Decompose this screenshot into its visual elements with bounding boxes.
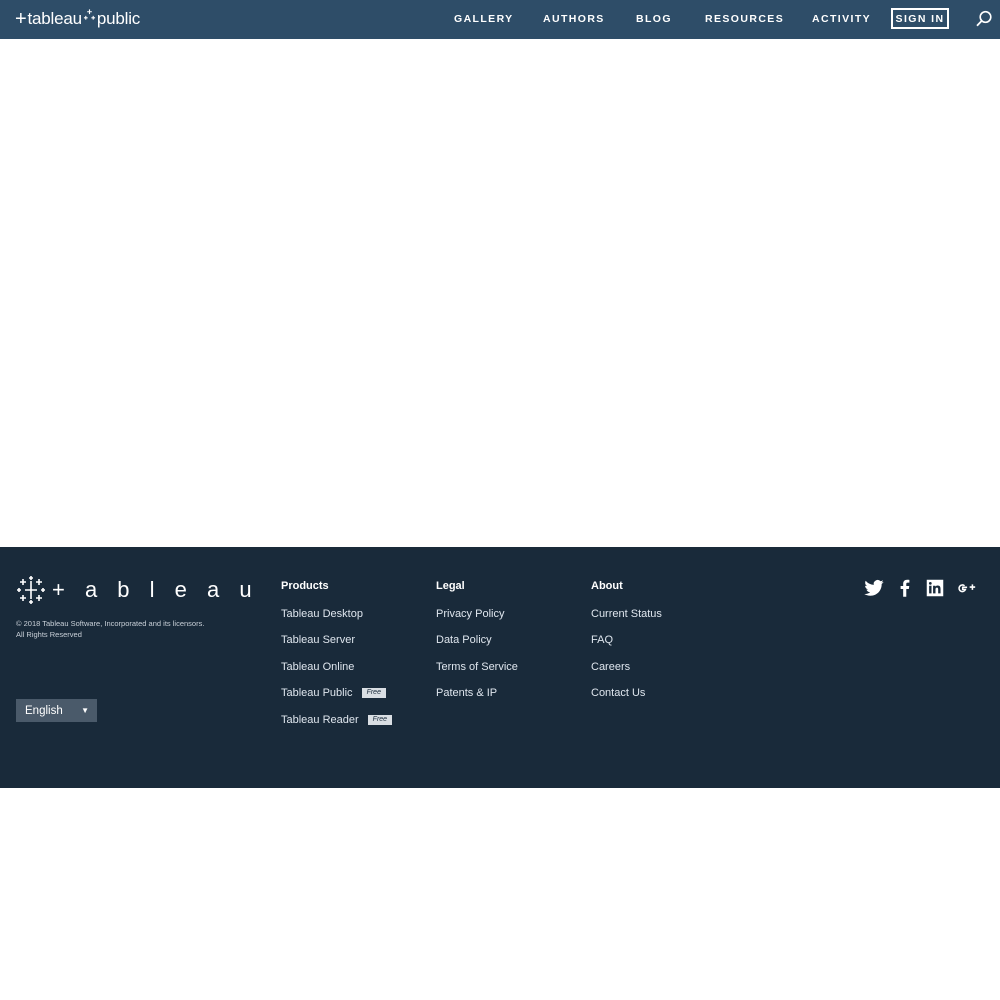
page-bottom-area xyxy=(0,788,1000,1000)
footer-link-tableau-reader[interactable]: Tableau Reader Free xyxy=(281,713,393,727)
google-plus-icon[interactable] xyxy=(955,577,977,599)
footer-link-contact-us[interactable]: Contact Us xyxy=(591,686,662,700)
nav-resources[interactable]: RESOURCES xyxy=(705,13,784,25)
footer-link-tableau-desktop[interactable]: Tableau Desktop xyxy=(281,607,392,621)
link-label: Careers xyxy=(591,660,631,673)
nav-blog[interactable]: BLOG xyxy=(636,13,672,25)
top-nav-bar: + tableau public GALLERY AUTHORS BLOG RE… xyxy=(0,0,1000,39)
link-label: Data Policy xyxy=(436,634,492,646)
search-icon[interactable] xyxy=(975,10,993,28)
link-label: Tableau Server xyxy=(281,634,355,646)
logo-text-tableau: tableau xyxy=(27,9,82,28)
link-label: Terms of Service xyxy=(436,660,518,673)
logo-sparkle-icon xyxy=(83,9,95,20)
footer-wordmark: + a b l e a u xyxy=(52,577,259,602)
link-label: Patents & IP xyxy=(436,687,498,699)
logo-plus-glyph: + xyxy=(15,8,27,30)
column-title-products: Products xyxy=(281,580,329,592)
tableau-public-logo[interactable]: + tableau public xyxy=(15,8,140,30)
footer-link-tableau-online[interactable]: Tableau Online xyxy=(281,660,392,674)
link-label: Tableau Online xyxy=(281,660,355,673)
logo-text-public: public xyxy=(96,9,141,28)
footer-link-faq[interactable]: FAQ xyxy=(591,633,662,647)
dropdown-caret-icon: ▼ xyxy=(81,706,89,715)
free-badge: Free xyxy=(361,688,386,698)
tableau-mark-icon xyxy=(17,576,45,604)
footer-link-patents-ip[interactable]: Patents & IP xyxy=(436,686,518,700)
nav-gallery[interactable]: GALLERY xyxy=(454,13,514,25)
footer-link-careers[interactable]: Careers xyxy=(591,660,662,674)
language-select-value: English xyxy=(25,704,63,717)
main-content-area xyxy=(0,39,1000,547)
link-label: Tableau Public xyxy=(281,687,353,699)
link-label: Contact Us xyxy=(591,687,646,699)
footer-link-current-status[interactable]: Current Status xyxy=(591,607,662,621)
free-badge: Free xyxy=(367,714,393,725)
copyright-line-1: © 2018 Tableau Software, Incorporated an… xyxy=(16,619,205,628)
nav-activity[interactable]: ACTIVITY xyxy=(812,13,871,25)
link-label: FAQ xyxy=(591,634,614,646)
facebook-icon[interactable] xyxy=(894,577,916,599)
footer-link-tableau-server[interactable]: Tableau Server xyxy=(281,633,392,647)
footer-link-terms-of-service[interactable]: Terms of Service xyxy=(436,660,518,674)
footer-column-products: Products Tableau Desktop Tableau Server … xyxy=(281,580,393,727)
twitter-icon[interactable] xyxy=(863,577,885,599)
link-label: Tableau Reader xyxy=(281,713,359,726)
sign-in-button[interactable]: SIGN IN xyxy=(891,8,949,29)
footer-link-tableau-public[interactable]: Tableau Public Free xyxy=(281,686,392,700)
link-label: Current Status xyxy=(591,607,662,620)
language-select[interactable]: English ▼ xyxy=(16,699,97,722)
footer-column-about: About Current Status FAQ Careers Contact… xyxy=(591,580,662,700)
nav-authors[interactable]: AUTHORS xyxy=(543,13,605,25)
column-title-about: About xyxy=(591,580,623,592)
linkedin-icon[interactable] xyxy=(924,577,946,599)
footer-tableau-logo[interactable]: + a b l e a u xyxy=(16,575,259,605)
column-title-legal: Legal xyxy=(436,580,465,592)
link-label: Privacy Policy xyxy=(436,607,505,620)
copyright-text: © 2018 Tableau Software, Incorporated an… xyxy=(16,619,204,640)
footer-link-data-policy[interactable]: Data Policy xyxy=(436,633,518,647)
copyright-line-2: All Rights Reserved xyxy=(16,629,82,639)
link-label: Tableau Desktop xyxy=(281,607,363,620)
site-footer: + a b l e a u © 2018 Tableau Software, I… xyxy=(0,547,1000,788)
footer-link-privacy-policy[interactable]: Privacy Policy xyxy=(436,607,518,621)
footer-column-legal: Legal Privacy Policy Data Policy Terms o… xyxy=(436,580,518,700)
